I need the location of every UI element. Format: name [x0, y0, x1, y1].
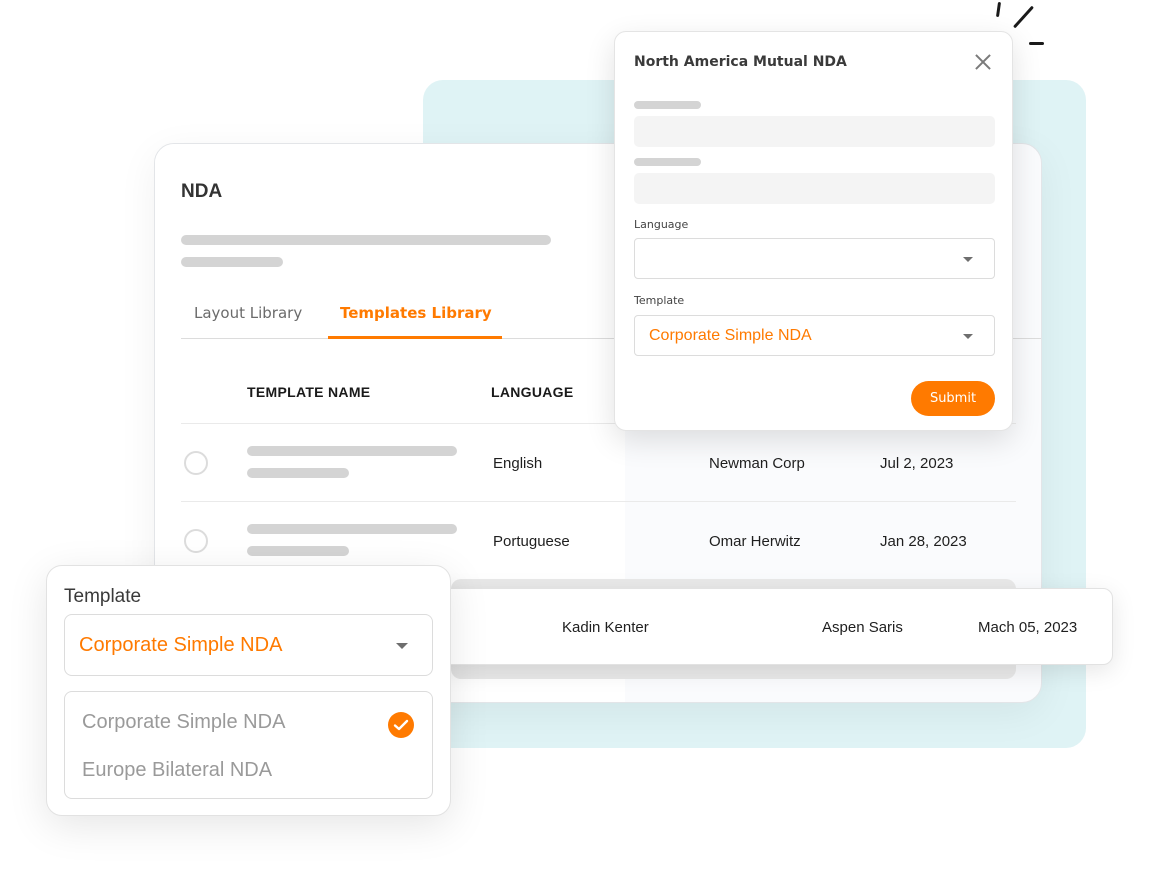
close-icon[interactable] [973, 52, 993, 72]
description-skeleton [181, 235, 551, 245]
template-name-skeleton [247, 446, 457, 456]
template-select-value: Corporate Simple NDA [79, 634, 283, 656]
template-label: Template [634, 294, 685, 307]
template-label: Template [64, 586, 142, 607]
chevron-down-icon [963, 334, 973, 339]
field-input-skeleton[interactable] [634, 116, 995, 147]
language-select[interactable] [634, 238, 995, 279]
field-input-skeleton[interactable] [634, 173, 995, 204]
template-name-skeleton [247, 524, 457, 534]
submit-button[interactable]: Submit [911, 381, 995, 416]
chevron-down-icon [963, 257, 973, 262]
check-circle-icon [388, 712, 414, 738]
option-corporate-simple-nda[interactable]: Corporate Simple NDA [82, 711, 285, 734]
floating-table-row[interactable]: n Kadin Kenter Aspen Saris Mach 05, 2023 [420, 588, 1113, 665]
row-select-radio[interactable] [184, 451, 208, 475]
sparkle-stroke [995, 1, 1002, 18]
template-name-skeleton [247, 546, 349, 556]
cell-language: Kadin Kenter [562, 619, 649, 636]
cell-updated-by: Newman Corp [709, 455, 805, 472]
modal-title: North America Mutual NDA [634, 54, 847, 70]
cell-date: Mach 05, 2023 [978, 619, 1078, 636]
tab-templates-library[interactable]: Templates Library [340, 304, 492, 322]
description-skeleton [181, 257, 283, 267]
nda-modal: North America Mutual NDA Language Templa… [614, 31, 1013, 431]
sparkle-stroke [1029, 42, 1044, 45]
template-select-value: Corporate Simple NDA [649, 327, 812, 344]
cell-language: Portuguese [493, 533, 570, 550]
language-label: Language [634, 218, 689, 231]
field-label-skeleton [634, 158, 701, 166]
cell-updated-by: Omar Herwitz [709, 533, 801, 550]
cell-language: English [493, 455, 543, 472]
tab-layout-library[interactable]: Layout Library [194, 304, 302, 322]
template-dropdown-card: Template Corporate Simple NDA Corporate … [46, 565, 451, 816]
template-select[interactable]: Corporate Simple NDA [64, 614, 433, 676]
option-europe-bilateral-nda[interactable]: Europe Bilateral NDA [82, 759, 272, 782]
column-header-language[interactable]: LANGUAGE [491, 384, 574, 400]
cell-updated-by: Aspen Saris [822, 619, 903, 636]
field-label-skeleton [634, 101, 701, 109]
sparkle-stroke [1013, 5, 1034, 29]
template-select[interactable]: Corporate Simple NDA [634, 315, 995, 356]
template-name-skeleton [247, 468, 349, 478]
row-divider [181, 501, 1016, 502]
cell-date: Jul 2, 2023 [880, 455, 954, 472]
template-options-list: Corporate Simple NDA Europe Bilateral ND… [64, 691, 433, 799]
chevron-down-icon [396, 643, 408, 649]
page-title: NDA [181, 181, 223, 202]
active-tab-indicator [328, 336, 502, 339]
cell-date: Jan 28, 2023 [880, 533, 967, 550]
column-header-template-name[interactable]: TEMPLATE NAME [247, 384, 370, 400]
row-select-radio[interactable] [184, 529, 208, 553]
